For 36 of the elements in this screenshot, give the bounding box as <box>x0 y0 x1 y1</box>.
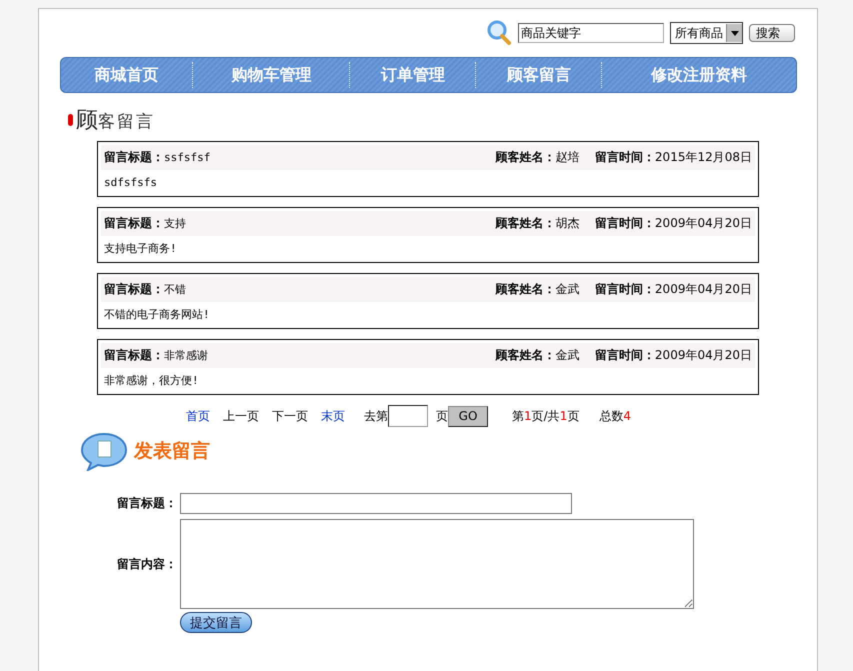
pager-link[interactable]: 下一页 <box>272 408 308 424</box>
page-number-field[interactable] <box>388 405 428 427</box>
go-button[interactable]: GO <box>448 406 488 426</box>
search-field[interactable]: 商品关键字 <box>518 23 664 43</box>
message-meta: 顾客姓名：胡杰 留言时间：2009年04月20日 <box>496 215 752 232</box>
category-dropdown[interactable]: 所有商品 <box>670 22 743 44</box>
pager-link[interactable]: 首页 <box>186 408 210 424</box>
submit-button[interactable]: 提交留言 <box>180 612 252 633</box>
section-title: 顾客留言 <box>76 107 155 135</box>
message-title: 留言标题：不错 <box>104 281 186 298</box>
page-info: 第1页/共1页 <box>512 408 580 424</box>
post-title: 发表留言 <box>134 439 210 464</box>
goto-label: 页 <box>436 408 448 424</box>
pager-link[interactable]: 末页 <box>321 408 346 424</box>
total-count: 总数4 <box>599 408 631 424</box>
message-content: sdfsfsfs <box>103 175 158 191</box>
message-meta: 顾客姓名：金武 留言时间：2009年04月20日 <box>496 281 752 298</box>
message-content: 支持电子商务! <box>103 241 178 257</box>
message-title: 留言标题：非常感谢 <box>104 347 208 364</box>
search-button[interactable]: 搜索 <box>749 24 795 42</box>
field-label: 留言标题： <box>116 495 178 512</box>
bullet-icon <box>68 114 73 126</box>
speech-bubble-icon <box>80 431 128 471</box>
message-meta: 顾客姓名：金武 留言时间：2009年04月20日 <box>496 347 752 364</box>
title-field[interactable] <box>180 493 572 514</box>
search-icon <box>486 19 512 47</box>
goto-label: 去第 <box>364 408 388 424</box>
message-meta: 顾客姓名：赵培 留言时间：2015年12月08日 <box>496 149 752 166</box>
message-content: 不错的电子商务网站! <box>103 307 211 323</box>
pager-link[interactable]: 上一页 <box>223 408 260 424</box>
caret-icon <box>730 30 738 36</box>
content-field[interactable] <box>180 519 694 609</box>
field-label: 留言内容： <box>116 556 178 572</box>
message-title: 留言标题：支持 <box>104 215 186 232</box>
message-content: 非常感谢，很方便! <box>103 373 200 389</box>
message-title: 留言标题：ssfsfsf <box>104 149 210 166</box>
